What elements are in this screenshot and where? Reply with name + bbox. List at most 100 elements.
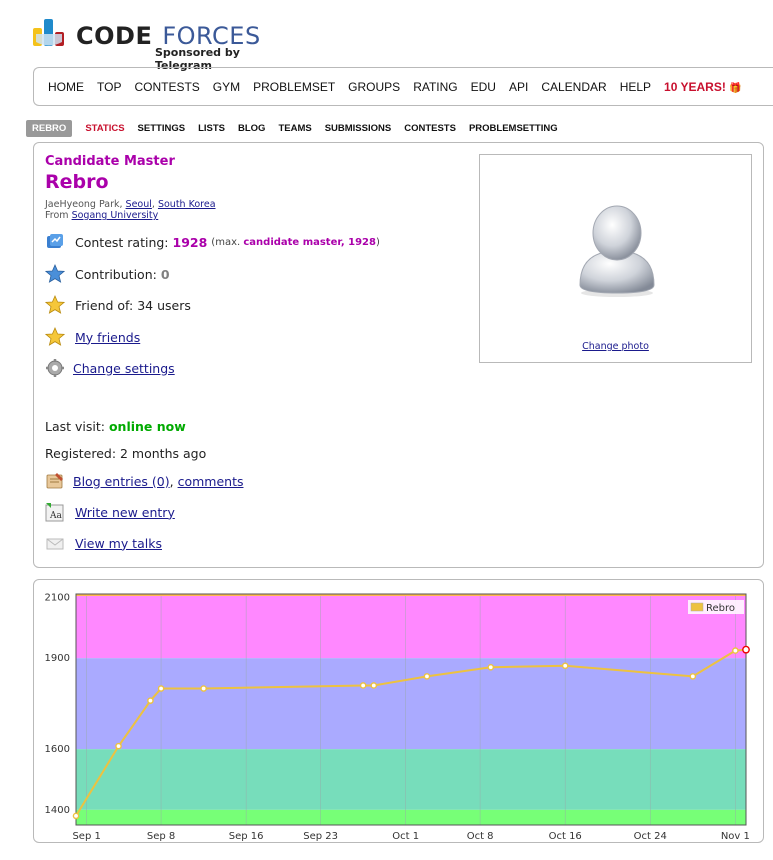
submenu-item-submissions[interactable]: SUBMISSIONS: [325, 121, 392, 136]
user-organization: From Sogang University: [45, 210, 158, 221]
x-tick-label: Sep 1: [72, 831, 100, 842]
data-point: [115, 742, 122, 750]
data-point: [561, 662, 569, 670]
my-friends-link[interactable]: My friends: [75, 330, 140, 345]
data-point: [147, 697, 154, 704]
data-point: [742, 645, 750, 654]
avatar-placeholder-icon: [579, 205, 655, 297]
y-tick-label: 1900: [45, 653, 70, 664]
menu-item-home[interactable]: HOME: [48, 80, 84, 94]
menu-item-rating[interactable]: RATING: [413, 80, 457, 94]
city-link[interactable]: Seoul: [126, 199, 152, 210]
rating-chart: 12001400160019002100Sep 1Sep 8Sep 16Sep …: [45, 593, 750, 842]
x-tick-label: Nov 1: [721, 831, 750, 842]
last-visit-label: Last visit:: [45, 419, 105, 434]
menu-item-edu[interactable]: EDU: [471, 80, 496, 94]
write-entry-link[interactable]: Write new entry: [75, 505, 175, 520]
menu-item-api[interactable]: API: [509, 80, 528, 94]
country-link[interactable]: South Korea: [158, 199, 216, 210]
submenu-item-profile[interactable]: REBRO: [26, 120, 73, 137]
legend-swatch: [690, 602, 704, 612]
max-rank: candidate master, 1928: [243, 236, 376, 248]
write-entry-row: Aa Write new entry: [45, 502, 175, 522]
blog-icon: [45, 471, 65, 491]
registered-row: Registered: 2 months ago: [45, 446, 206, 461]
view-talks-link[interactable]: View my talks: [75, 536, 162, 551]
rating-icon: [45, 232, 65, 252]
logo-cube-icon: [33, 19, 64, 46]
rating-value: 1928: [172, 234, 208, 250]
data-point: [157, 685, 165, 692]
max-prefix: (max.: [211, 236, 241, 248]
change-settings-link[interactable]: Change settings: [73, 361, 175, 376]
x-tick-label: Oct 24: [634, 831, 667, 842]
submenu-item-contests[interactable]: CONTESTS: [404, 121, 456, 136]
profile-box: Candidate Master Rebro JaeHyeong Park, S…: [33, 142, 764, 568]
change-settings-row: Change settings: [45, 358, 175, 378]
x-tick-label: Oct 16: [549, 831, 582, 842]
avatar-box: Change photo: [479, 154, 752, 363]
y-tick-label: 2100: [45, 593, 70, 604]
submenu-item-settings[interactable]: SETTINGS: [138, 121, 186, 136]
legend-label: Rebro: [706, 603, 735, 614]
menu-item-help[interactable]: HELP: [620, 80, 651, 94]
submenu-item-lists[interactable]: LISTS: [198, 121, 225, 136]
band-pupil: [76, 809, 746, 825]
x-tick-label: Sep 8: [147, 831, 175, 842]
contribution-row: Contribution: 0: [45, 264, 170, 284]
contest-rating-row: Contest rating: 1928 (max. candidate mas…: [45, 232, 380, 252]
max-suffix: ): [375, 236, 380, 248]
registered-text: Registered: 2 months ago: [45, 446, 207, 461]
star-gold-icon: [45, 295, 65, 315]
menu-item-groups[interactable]: GROUPS: [348, 80, 400, 94]
full-name: JaeHyeong Park,: [45, 199, 123, 210]
submenu-item-teams[interactable]: TEAMS: [278, 121, 311, 136]
band-specialist: [76, 749, 746, 810]
menu-item-contests[interactable]: CONTESTS: [134, 80, 199, 94]
y-tick-label: 1600: [45, 744, 70, 755]
menu-item-calendar[interactable]: CALENDAR: [541, 80, 606, 94]
x-tick-label: Sep 23: [303, 831, 338, 842]
my-friends-row: My friends: [45, 327, 140, 347]
data-point: [423, 673, 431, 680]
rating-label: Contest rating:: [75, 234, 169, 250]
blog-entries-link[interactable]: Blog entries (0): [73, 474, 170, 489]
gear-icon: [45, 358, 65, 378]
blog-row: Blog entries (0), comments: [45, 471, 243, 491]
codeforces-logo[interactable]: CODE FORCES Sponsored by Telegram: [30, 14, 290, 72]
band-candidate-master: [76, 596, 746, 659]
talks-row: View my talks: [45, 533, 162, 553]
submenu-item-blog[interactable]: BLOG: [238, 121, 265, 136]
last-visit-value: online now: [108, 419, 186, 434]
submenu-item-statics[interactable]: STATICS: [85, 121, 124, 136]
logo-word-code: CODE: [76, 22, 153, 50]
user-name-location: JaeHyeong Park, Seoul, South Korea: [45, 199, 216, 210]
menu-10-years-label: 10 YEARS!: [664, 79, 730, 94]
data-point: [359, 682, 367, 689]
change-photo-link[interactable]: Change photo: [582, 341, 649, 352]
data-point: [200, 685, 207, 692]
main-menu-list: HOME TOP CONTESTS GYM PROBLEMSET GROUPS RATING…: [34, 68, 773, 105]
gift-icon: 🎁: [729, 82, 742, 94]
contribution-value: 0: [160, 266, 170, 282]
data-point: [689, 673, 697, 680]
from-label: From: [45, 210, 69, 221]
friend-of-text: Friend of: 34 users: [75, 297, 191, 313]
friend-of-row: Friend of: 34 users: [45, 295, 191, 315]
contribution-label: Contribution:: [75, 266, 157, 282]
menu-item-top[interactable]: TOP: [97, 80, 121, 94]
rating-graph-box: 12001400160019002100Sep 1Sep 8Sep 16Sep …: [33, 579, 764, 843]
talks-icon: [45, 533, 65, 553]
menu-item-problemset[interactable]: PROBLEMSET: [253, 80, 335, 94]
svg-text:Aa: Aa: [49, 511, 62, 521]
menu-item-10-years[interactable]: 10 YEARS! 🎁: [664, 80, 742, 94]
comments-link[interactable]: comments: [178, 474, 244, 489]
user-rank: Candidate Master: [45, 154, 175, 169]
x-tick-label: Oct 1: [392, 831, 419, 842]
main-menu: HOME TOP CONTESTS GYM PROBLEMSET GROUPS RATING…: [33, 67, 773, 106]
menu-item-gym[interactable]: GYM: [213, 80, 240, 94]
organization-link[interactable]: Sogang University: [72, 210, 159, 221]
submenu-item-problemsetting[interactable]: PROBLEMSETTING: [469, 121, 558, 136]
x-tick-label: Sep 16: [229, 831, 264, 842]
data-point: [732, 647, 739, 654]
